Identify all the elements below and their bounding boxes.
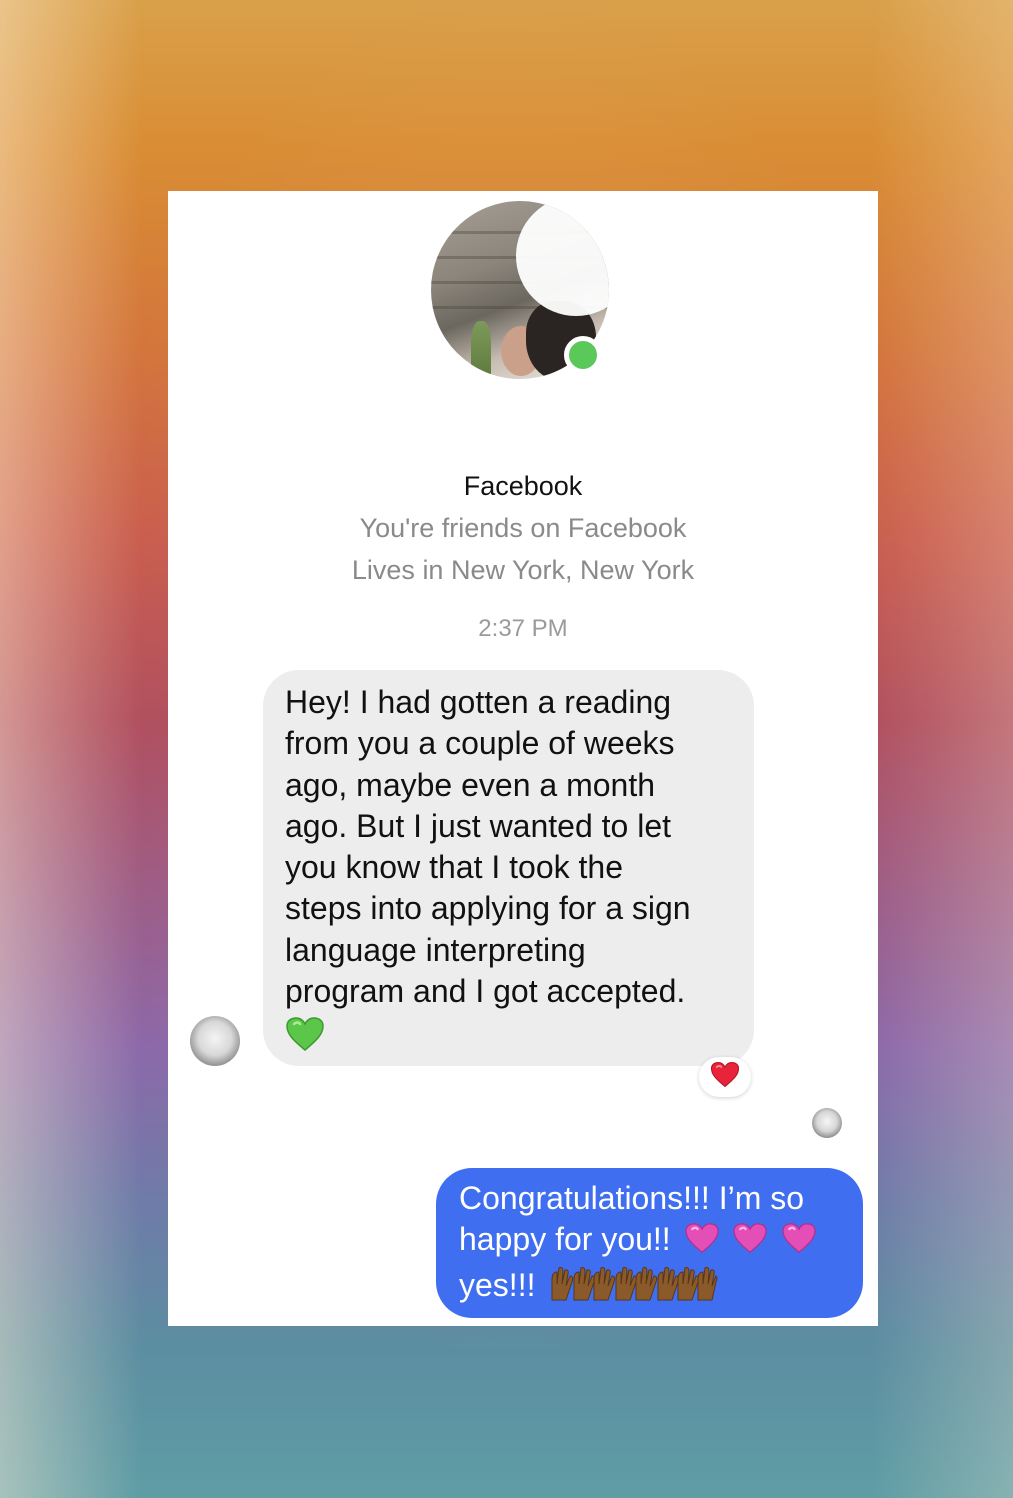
sender-avatar[interactable]	[190, 1016, 240, 1066]
outgoing-message-line2: happy for you!!	[459, 1219, 841, 1264]
outgoing-message-line1: Congratulations!!! I’m so	[459, 1180, 805, 1216]
friends-status: You're friends on Facebook	[359, 513, 687, 543]
message-reaction[interactable]	[699, 1057, 751, 1097]
outgoing-message-bubble[interactable]: Congratulations!!! I’m so happy for you!…	[436, 1168, 863, 1318]
incoming-message-bubble[interactable]: Hey! I had gotten a reading from you a c…	[263, 670, 754, 1066]
platform-label: Facebook	[463, 471, 583, 501]
location-text: Lives in New York, New York	[351, 555, 695, 585]
chat-screenshot-card: Facebook You're friends on Facebook Live…	[168, 191, 878, 1326]
seen-receipt-avatar	[812, 1108, 842, 1138]
online-status-indicator	[564, 336, 602, 374]
contact-name-redacted	[378, 419, 678, 451]
outgoing-message-line3-text: yes!!!	[459, 1267, 536, 1303]
outgoing-message-line2-text: happy for you!!	[459, 1221, 671, 1257]
sparkling-heart-icon	[781, 1222, 817, 1264]
sparkling-heart-icon	[684, 1222, 720, 1264]
message-timestamp: 2:37 PM	[478, 615, 568, 642]
outgoing-message-line3: yes!!!	[459, 1264, 841, 1312]
incoming-message-text: Hey! I had gotten a reading from you a c…	[285, 684, 691, 1010]
red-heart-icon	[710, 1061, 740, 1093]
green-heart-icon	[285, 1016, 734, 1057]
raising-hands-icon	[548, 1264, 718, 1312]
redaction-blur	[516, 201, 609, 316]
sparkling-heart-icon	[732, 1222, 768, 1264]
